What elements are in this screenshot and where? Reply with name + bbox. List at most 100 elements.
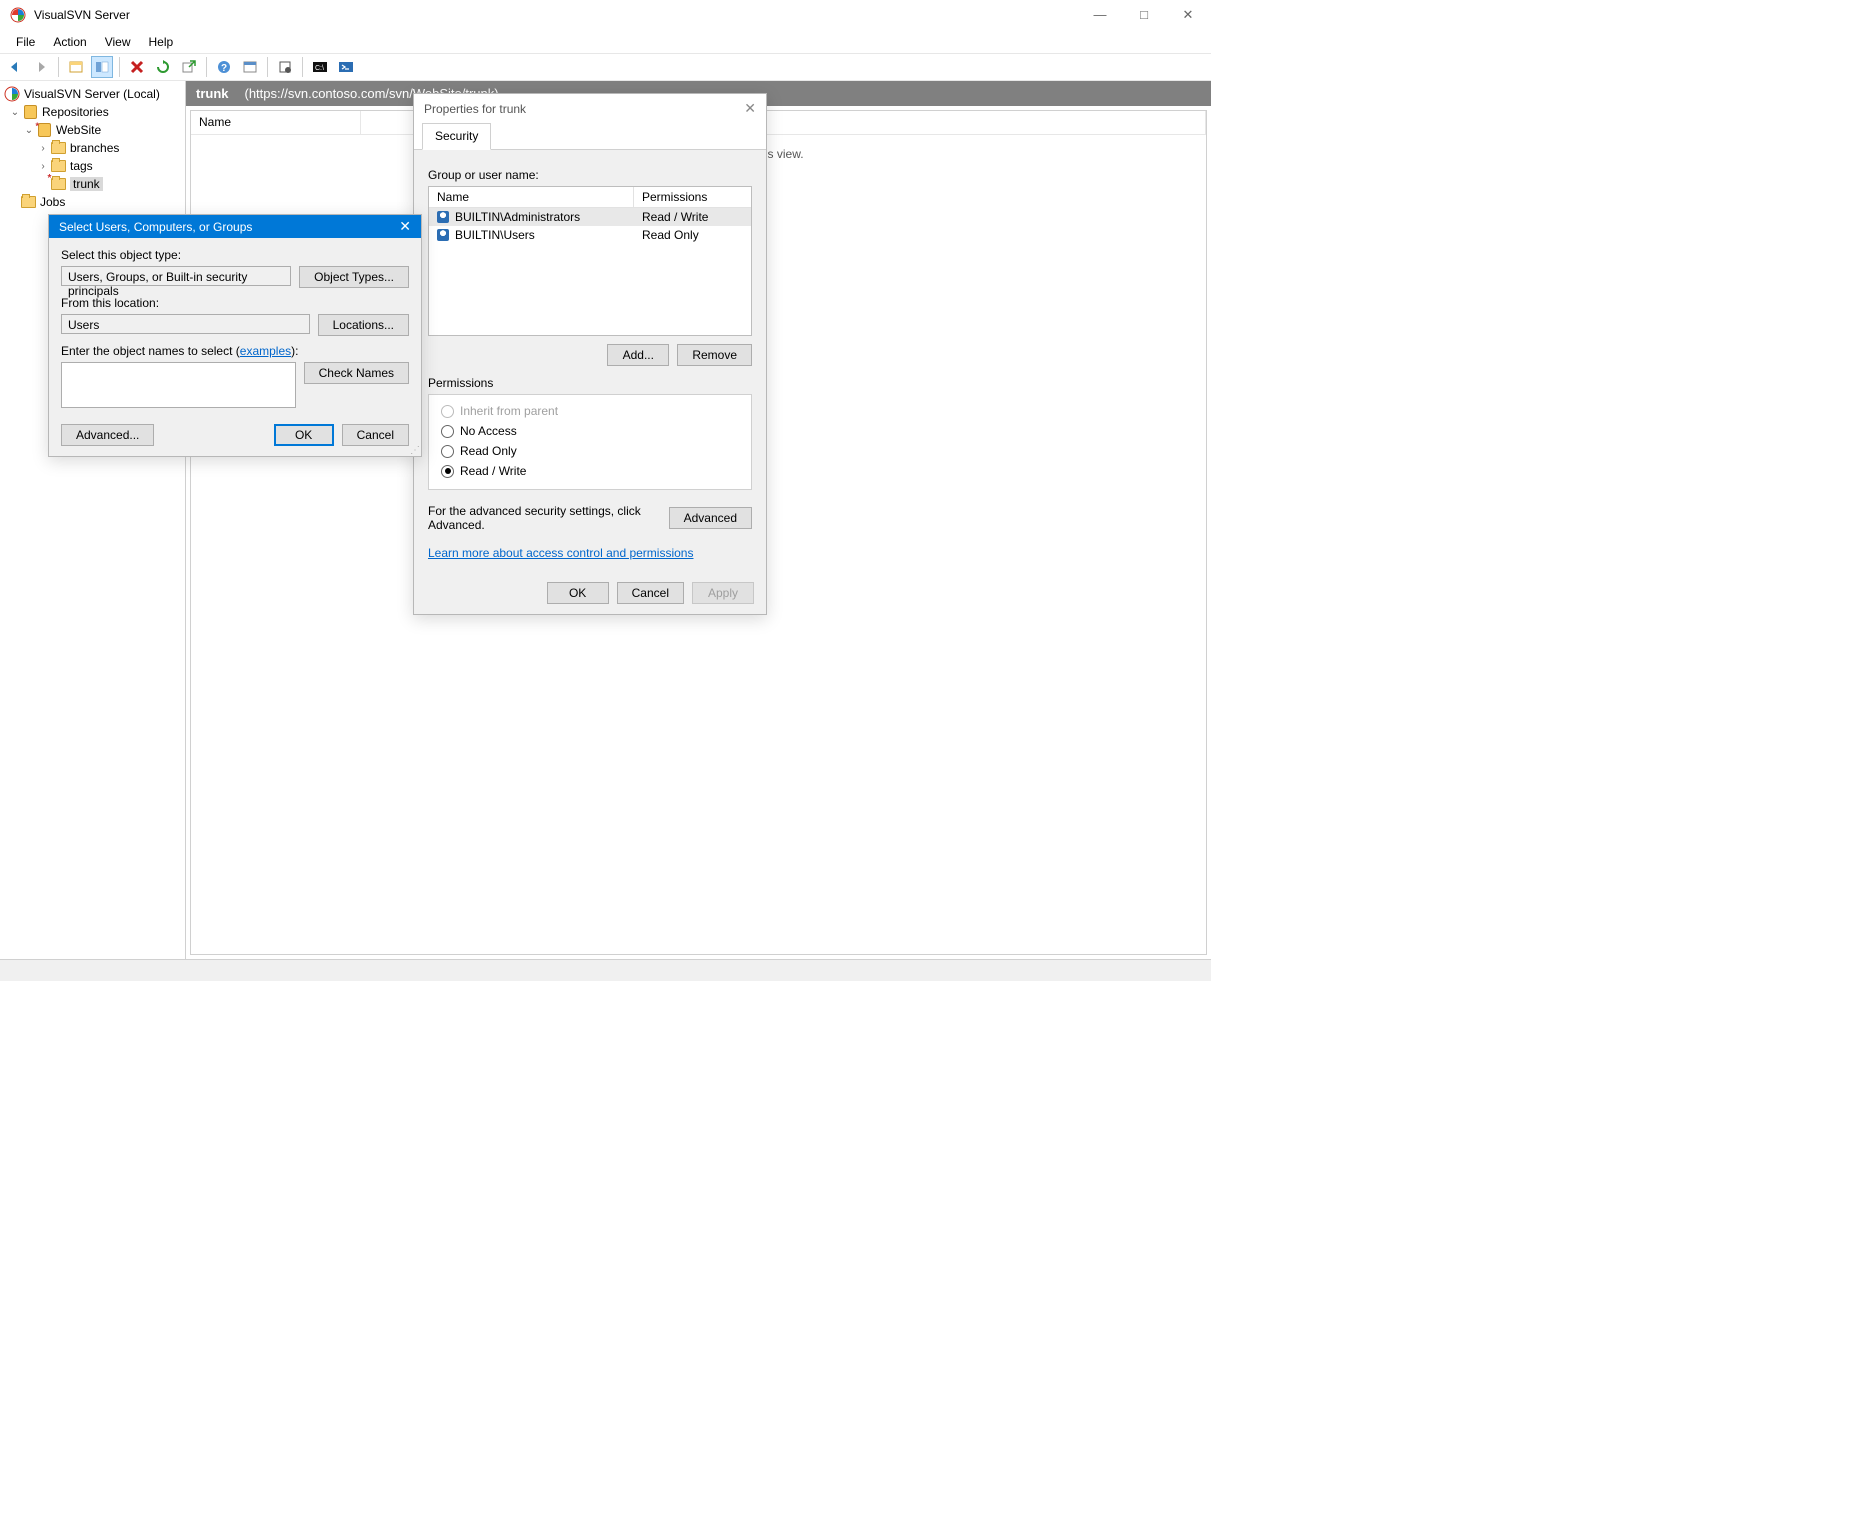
properties-dialog: Properties for trunk ✕ Security Group or… (413, 93, 767, 615)
menu-file[interactable]: File (8, 33, 43, 51)
repo-icon: * (36, 122, 52, 138)
tree-website[interactable]: ⌄ * WebSite (2, 121, 183, 139)
app-icon (10, 7, 26, 23)
toolbar-export-icon[interactable] (178, 56, 200, 78)
tree-trunk-label: trunk (70, 177, 103, 191)
toolbar: ? C:\ (0, 53, 1211, 81)
grid-row[interactable]: BUILTIN\Administrators Read / Write (429, 208, 751, 226)
folder-icon (50, 158, 66, 174)
radio-no-access[interactable]: No Access (433, 421, 747, 441)
grid-col-name[interactable]: Name (429, 187, 634, 207)
tree-repositories-label: Repositories (42, 105, 109, 119)
radio-read-write-label: Read / Write (460, 464, 526, 478)
tree-root-label: VisualSVN Server (Local) (24, 87, 160, 101)
resize-grip-icon[interactable]: ⋰ (410, 448, 419, 454)
select-users-titlebar[interactable]: Select Users, Computers, or Groups ✕ (49, 215, 421, 238)
toolbar-view-icon[interactable] (91, 56, 113, 78)
advanced-hint-text: For the advanced security settings, clic… (428, 504, 657, 532)
object-type-label: Select this object type: (61, 248, 409, 262)
user-icon (437, 211, 449, 223)
cylinder-icon (22, 104, 38, 120)
toolbar-powershell-icon[interactable] (335, 56, 357, 78)
permissions-label: Permissions (428, 376, 752, 390)
tree-branches[interactable]: › branches (2, 139, 183, 157)
tab-security[interactable]: Security (422, 123, 491, 150)
menu-action[interactable]: Action (45, 33, 94, 51)
ok-button[interactable]: OK (274, 424, 334, 446)
radio-read-write[interactable]: Read / Write (433, 461, 747, 481)
examples-link[interactable]: examples (240, 344, 291, 358)
grid-cell-name: BUILTIN\Administrators (455, 210, 580, 224)
server-icon (4, 86, 20, 102)
menubar: File Action View Help (0, 31, 1211, 53)
toolbar-panel-icon[interactable] (239, 56, 261, 78)
location-label: From this location: (61, 296, 409, 310)
permissions-grid[interactable]: Name Permissions BUILTIN\Administrators … (428, 186, 752, 336)
chevron-right-icon[interactable]: › (36, 161, 50, 172)
toolbar-help-icon[interactable]: ? (213, 56, 235, 78)
tree-jobs[interactable]: Jobs (2, 193, 183, 211)
radio-icon (441, 465, 454, 478)
tree-pane[interactable]: VisualSVN Server (Local) ⌄ Repositories … (0, 81, 186, 959)
cancel-button[interactable]: Cancel (342, 424, 409, 446)
radio-icon (441, 425, 454, 438)
radio-inherit: Inherit from parent (433, 401, 747, 421)
enter-names-label: Enter the object names to select (exampl… (61, 344, 409, 358)
check-names-button[interactable]: Check Names (304, 362, 409, 384)
tree-repositories[interactable]: ⌄ Repositories (2, 103, 183, 121)
window-maximize-button[interactable]: □ (1131, 7, 1157, 23)
select-users-dialog: Select Users, Computers, or Groups ✕ Sel… (48, 214, 422, 457)
group-user-label: Group or user name: (428, 168, 752, 182)
properties-title: Properties for trunk (424, 102, 526, 116)
grid-col-permissions[interactable]: Permissions (634, 187, 751, 207)
toolbar-properties-icon[interactable] (274, 56, 296, 78)
tree-tags-label: tags (70, 159, 93, 173)
learn-more-link[interactable]: Learn more about access control and perm… (428, 546, 693, 560)
tree-website-label: WebSite (56, 123, 101, 137)
add-button[interactable]: Add... (607, 344, 669, 366)
toolbar-cmd-icon[interactable]: C:\ (309, 56, 331, 78)
radio-no-access-label: No Access (460, 424, 517, 438)
window-close-button[interactable]: ✕ (1175, 7, 1201, 23)
toolbar-back-icon[interactable] (4, 56, 26, 78)
object-types-button[interactable]: Object Types... (299, 266, 409, 288)
folder-icon (50, 140, 66, 156)
cancel-button[interactable]: Cancel (617, 582, 684, 604)
path-bar-name: trunk (196, 86, 229, 101)
chevron-down-icon[interactable]: ⌄ (8, 107, 22, 118)
radio-icon (441, 445, 454, 458)
chevron-down-icon[interactable]: ⌄ (22, 125, 36, 136)
tree-trunk[interactable]: * trunk (2, 175, 183, 193)
select-users-title: Select Users, Computers, or Groups (59, 220, 252, 234)
tree-tags[interactable]: › tags (2, 157, 183, 175)
window-title: VisualSVN Server (34, 8, 1087, 22)
grid-cell-name: BUILTIN\Users (455, 228, 535, 242)
toolbar-refresh-icon[interactable] (152, 56, 174, 78)
ok-button[interactable]: OK (547, 582, 609, 604)
radio-read-only[interactable]: Read Only (433, 441, 747, 461)
grid-row[interactable]: BUILTIN\Users Read Only (429, 226, 751, 244)
window-minimize-button[interactable]: — (1087, 7, 1113, 23)
tree-root[interactable]: VisualSVN Server (Local) (2, 85, 183, 103)
locations-button[interactable]: Locations... (318, 314, 409, 336)
chevron-right-icon[interactable]: › (36, 143, 50, 154)
menu-help[interactable]: Help (141, 33, 182, 51)
tree-branches-label: branches (70, 141, 119, 155)
advanced-button[interactable]: Advanced... (61, 424, 154, 446)
toolbar-forward-icon[interactable] (30, 56, 52, 78)
properties-titlebar: Properties for trunk ✕ (414, 94, 766, 123)
tree-jobs-label: Jobs (40, 195, 65, 209)
list-col-name[interactable]: Name (191, 111, 361, 134)
toolbar-delete-icon[interactable] (126, 56, 148, 78)
advanced-button[interactable]: Advanced (669, 507, 752, 529)
window-titlebar: VisualSVN Server — □ ✕ (0, 0, 1211, 31)
close-icon[interactable]: ✕ (399, 218, 411, 235)
close-icon[interactable]: ✕ (744, 100, 756, 117)
object-names-input[interactable] (61, 362, 296, 408)
menu-view[interactable]: View (97, 33, 139, 51)
properties-tabstrip: Security (414, 123, 766, 150)
apply-button[interactable]: Apply (692, 582, 754, 604)
svg-text:?: ? (221, 63, 227, 74)
toolbar-show-hide-icon[interactable] (65, 56, 87, 78)
remove-button[interactable]: Remove (677, 344, 752, 366)
